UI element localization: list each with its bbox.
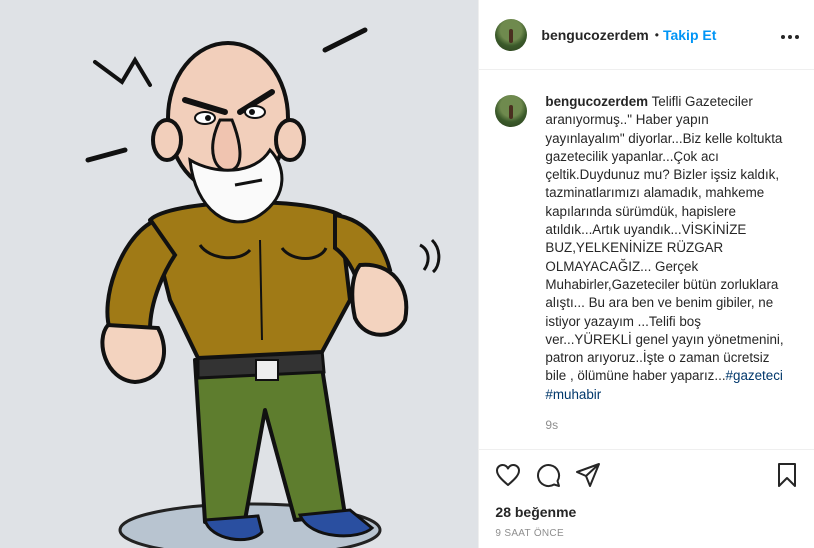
comment-icon[interactable] xyxy=(535,462,561,488)
heart-icon[interactable] xyxy=(495,463,521,487)
caption-text-block: bengucozerdem Telifli Gazeteciler aranıy… xyxy=(545,93,785,404)
hashtag-muhabir[interactable]: #muhabir xyxy=(545,387,601,402)
hashtag-gazeteci[interactable]: #gazeteci xyxy=(726,368,783,383)
header-separator: • xyxy=(654,27,659,42)
post-header: bengucozerdem • Takip Et xyxy=(479,0,814,70)
instagram-post-view: bengucozerdem • Takip Et bengucozerdem T… xyxy=(0,0,814,548)
avatar[interactable] xyxy=(495,18,528,51)
header-username[interactable]: bengucozerdem xyxy=(541,27,648,43)
post-image[interactable] xyxy=(0,0,479,548)
caption-body: bengucozerdem Telifli Gazeteciler aranıy… xyxy=(545,93,785,432)
bookmark-icon[interactable] xyxy=(776,462,798,488)
follow-button[interactable]: Takip Et xyxy=(663,27,716,43)
post-actions: 28 beğenme 9 SAAT ÖNCE xyxy=(479,449,814,548)
more-options-icon[interactable] xyxy=(780,24,800,45)
comment-age: 9s xyxy=(545,418,559,433)
comments-section: bengucozerdem Telifli Gazeteciler aranıy… xyxy=(479,71,814,449)
likes-count[interactable]: 28 beğenme xyxy=(495,504,798,520)
caption-username[interactable]: bengucozerdem xyxy=(545,94,648,109)
caption-text: Telifli Gazeteciler aranıyormuş.." Haber… xyxy=(545,94,784,384)
post-timestamp: 9 SAAT ÖNCE xyxy=(495,528,564,539)
caption-comment: bengucozerdem Telifli Gazeteciler aranıy… xyxy=(495,93,798,432)
action-icons xyxy=(495,462,798,488)
post-side-panel: bengucozerdem • Takip Et bengucozerdem T… xyxy=(478,0,814,548)
caption-avatar[interactable] xyxy=(495,95,528,127)
angry-old-man-illustration xyxy=(0,0,479,548)
share-icon[interactable] xyxy=(575,462,601,488)
